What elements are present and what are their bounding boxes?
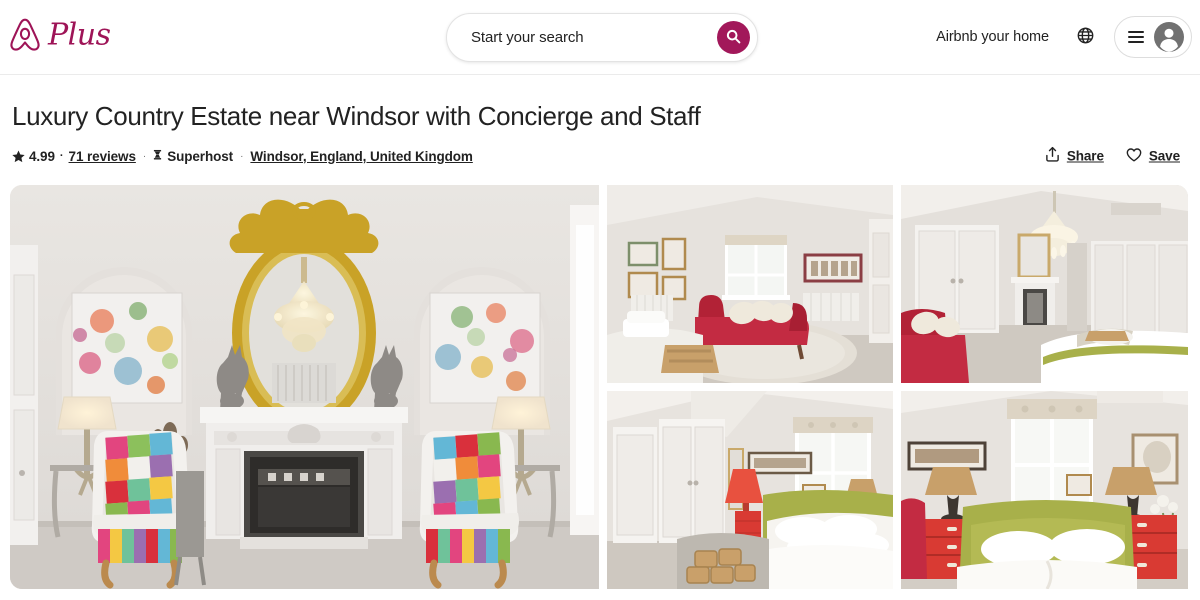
search-icon xyxy=(726,29,741,47)
hamburger-icon xyxy=(1128,31,1144,43)
page-title: Luxury Country Estate near Windsor with … xyxy=(12,101,701,131)
user-menu-button[interactable] xyxy=(1114,16,1192,58)
photo-bedroom-chandelier[interactable] xyxy=(901,185,1188,384)
meta-separator-2: · xyxy=(240,150,244,162)
listing-meta: 4.99 · 71 reviews · Superhost · Windsor,… xyxy=(12,149,473,164)
language-globe-button[interactable] xyxy=(1066,18,1104,56)
photo-drawing-room[interactable] xyxy=(10,185,599,590)
save-label: Save xyxy=(1148,148,1180,164)
rating-value: 4.99 xyxy=(29,148,55,164)
meta-separator-1: · xyxy=(142,150,147,162)
photo-bedroom-chaise[interactable] xyxy=(607,185,893,384)
photo-gallery xyxy=(10,185,1190,590)
superhost-badge-icon xyxy=(153,149,162,163)
share-upload-icon xyxy=(1045,147,1060,166)
share-label: Share xyxy=(1066,148,1104,164)
heart-icon xyxy=(1126,147,1142,165)
site-header: Plus Start your search Airbnb your home xyxy=(0,0,1200,75)
search-button[interactable] xyxy=(717,21,750,54)
photo-bedroom-green-bed[interactable] xyxy=(901,391,1188,590)
superhost-label: Superhost xyxy=(167,148,234,164)
search-input[interactable]: Start your search xyxy=(471,29,717,46)
airbnb-plus-logo[interactable]: Plus xyxy=(8,17,111,58)
rating-separator: · xyxy=(59,150,64,163)
user-avatar-icon xyxy=(1154,22,1184,52)
listing-header: Luxury Country Estate near Windsor with … xyxy=(0,101,1200,166)
header-actions: Airbnb your home xyxy=(923,16,1192,58)
brand-wordmark: Plus xyxy=(48,17,111,53)
reviews-link[interactable]: 71 reviews xyxy=(69,149,136,164)
listing-meta-row: 4.99 · 71 reviews · Superhost · Windsor,… xyxy=(12,146,1188,166)
globe-icon xyxy=(1077,27,1094,47)
airbnb-bel-logo-icon xyxy=(8,17,42,58)
airbnb-your-home-link[interactable]: Airbnb your home xyxy=(923,17,1062,57)
location-link[interactable]: Windsor, England, United Kingdom xyxy=(250,149,473,164)
star-icon xyxy=(12,150,25,163)
save-button[interactable]: Save xyxy=(1118,141,1188,171)
photo-bedroom-wardrobe[interactable] xyxy=(607,391,893,590)
share-button[interactable]: Share xyxy=(1037,141,1112,172)
listing-actions: Share Save xyxy=(1037,141,1188,172)
search-bar[interactable]: Start your search xyxy=(446,13,758,62)
